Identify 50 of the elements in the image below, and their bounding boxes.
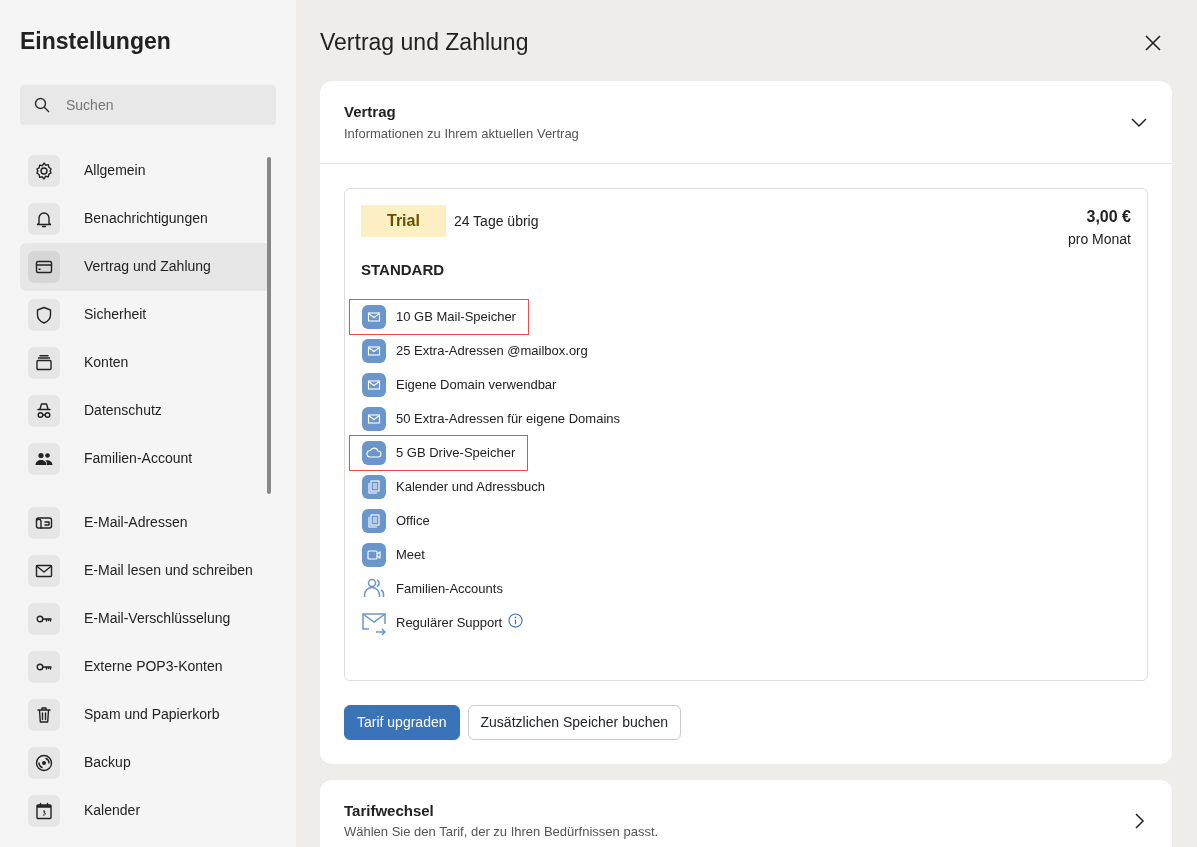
sidebar-item[interactable]: Spam und Papierkorb	[20, 690, 270, 739]
feature-label: 25 Extra-Adressen @mailbox.org	[396, 342, 588, 361]
feature-label: Eigene Domain verwendbar	[396, 376, 557, 395]
info-icon[interactable]	[508, 613, 524, 629]
section-title: Tarifwechsel	[344, 800, 435, 821]
search-field[interactable]: Suchen	[20, 84, 276, 125]
section-subtitle: Informationen zu Ihrem aktuellen Vertrag	[344, 124, 579, 143]
accordion-header[interactable]: Vertrag Informationen zu Ihrem aktuellen Vertrag	[320, 81, 1172, 165]
upgrade-button[interactable]: Tarif upgraden	[344, 704, 460, 740]
plan-name: STANDARD	[361, 260, 446, 281]
disc-icon	[34, 752, 54, 773]
feature-label: 10 GB Mail-Speicher	[396, 308, 516, 327]
section-title: Vertrag	[344, 102, 397, 123]
price: 3,00 €	[1085, 207, 1131, 228]
trash-icon	[34, 704, 54, 725]
calendar-icon	[34, 800, 54, 821]
feature-label: 5 GB Drive-Speicher	[396, 444, 516, 463]
shield-icon	[34, 304, 54, 325]
sidebar-title: Einstellungen	[20, 28, 172, 56]
sidebar-item[interactable]: E-Mail-Adressen	[20, 498, 270, 547]
status-badge: Trial	[361, 205, 446, 238]
sidebar-item[interactable]: Benachrichtigungen	[20, 194, 270, 243]
sidebar-item[interactable]: E-Mail-Verschlüsselung	[20, 594, 270, 643]
storage-button[interactable]: Zusätzlichen Speicher buchen	[467, 704, 682, 740]
sidebar-item[interactable]: Datenschutz	[20, 386, 270, 435]
search-icon	[34, 96, 50, 113]
tariff-change-card[interactable]: Tarifwechsel Wählen Sie den Tarif, der zu Ihren Bedürfnissen passt.	[320, 779, 1172, 847]
sidebar-item[interactable]: Allgemein	[20, 146, 270, 195]
stack-icon	[34, 352, 54, 373]
scrollbar[interactable]	[267, 157, 271, 494]
feature-label: Office	[396, 512, 430, 531]
remaining-days: 24 Tage übrig	[453, 210, 539, 232]
feature-label: Familien-Accounts	[396, 580, 503, 599]
section-subtitle: Wählen Sie den Tarif, der zu Ihren Bedürfnissen passt.	[344, 823, 659, 842]
sidebar-item[interactable]: Konten	[20, 338, 270, 387]
sidebar-item[interactable]: Sicherheit	[20, 290, 270, 339]
feature-label: Meet	[396, 546, 425, 565]
feature-label: Regulärer Support	[396, 614, 503, 633]
price-period: pro Monat	[1067, 230, 1131, 250]
feature-label: Kalender und Adressbuch	[396, 478, 545, 497]
gear-icon	[34, 160, 54, 181]
feature-label: 50 Extra-Adressen für eigene Domains	[396, 410, 620, 429]
sidebar-item[interactable]: Backup	[20, 738, 270, 787]
sidebar-item[interactable]: Familien-Account	[20, 434, 270, 483]
sidebar-item[interactable]: Vertrag und Zahlung	[20, 242, 270, 291]
incognito-icon	[34, 400, 54, 421]
sidebar-item[interactable]: Kalender	[20, 786, 270, 835]
page-title: Vertrag und Zahlung	[320, 28, 529, 57]
sidebar-item[interactable]: Externe POP3-Konten	[20, 642, 270, 691]
sidebar-item[interactable]: E-Mail lesen und schreiben	[20, 546, 270, 595]
